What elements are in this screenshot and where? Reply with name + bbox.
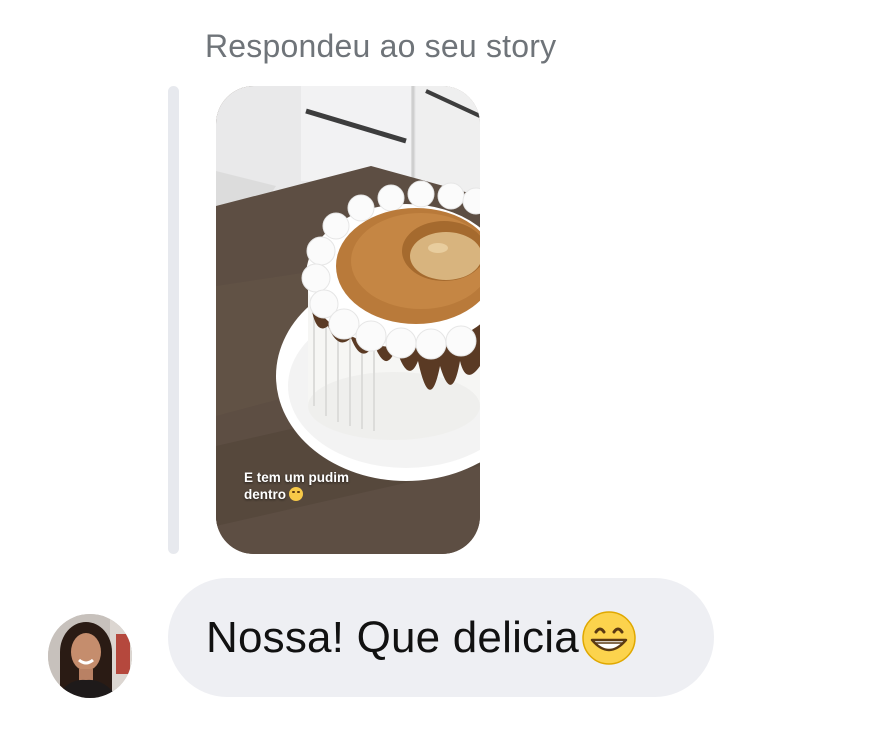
story-caption-line1: E tem um pudim [244,470,350,485]
story-caption: E tem um pudim dentro [244,469,384,503]
message-bubble[interactable]: Nossa! Que delicia [168,578,714,697]
story-thumbnail[interactable]: E tem um pudim dentro [216,86,480,554]
story-reply-label: Respondeu ao seu story [205,28,557,64]
quote-bar [168,86,179,554]
story-caption-line2: dentro [244,487,286,502]
message-text: Nossa! Que delicia [206,612,579,662]
avatar-image [48,614,132,698]
avatar[interactable] [48,614,132,698]
pleading-face-icon [289,487,303,501]
grinning-face-icon [582,610,636,665]
